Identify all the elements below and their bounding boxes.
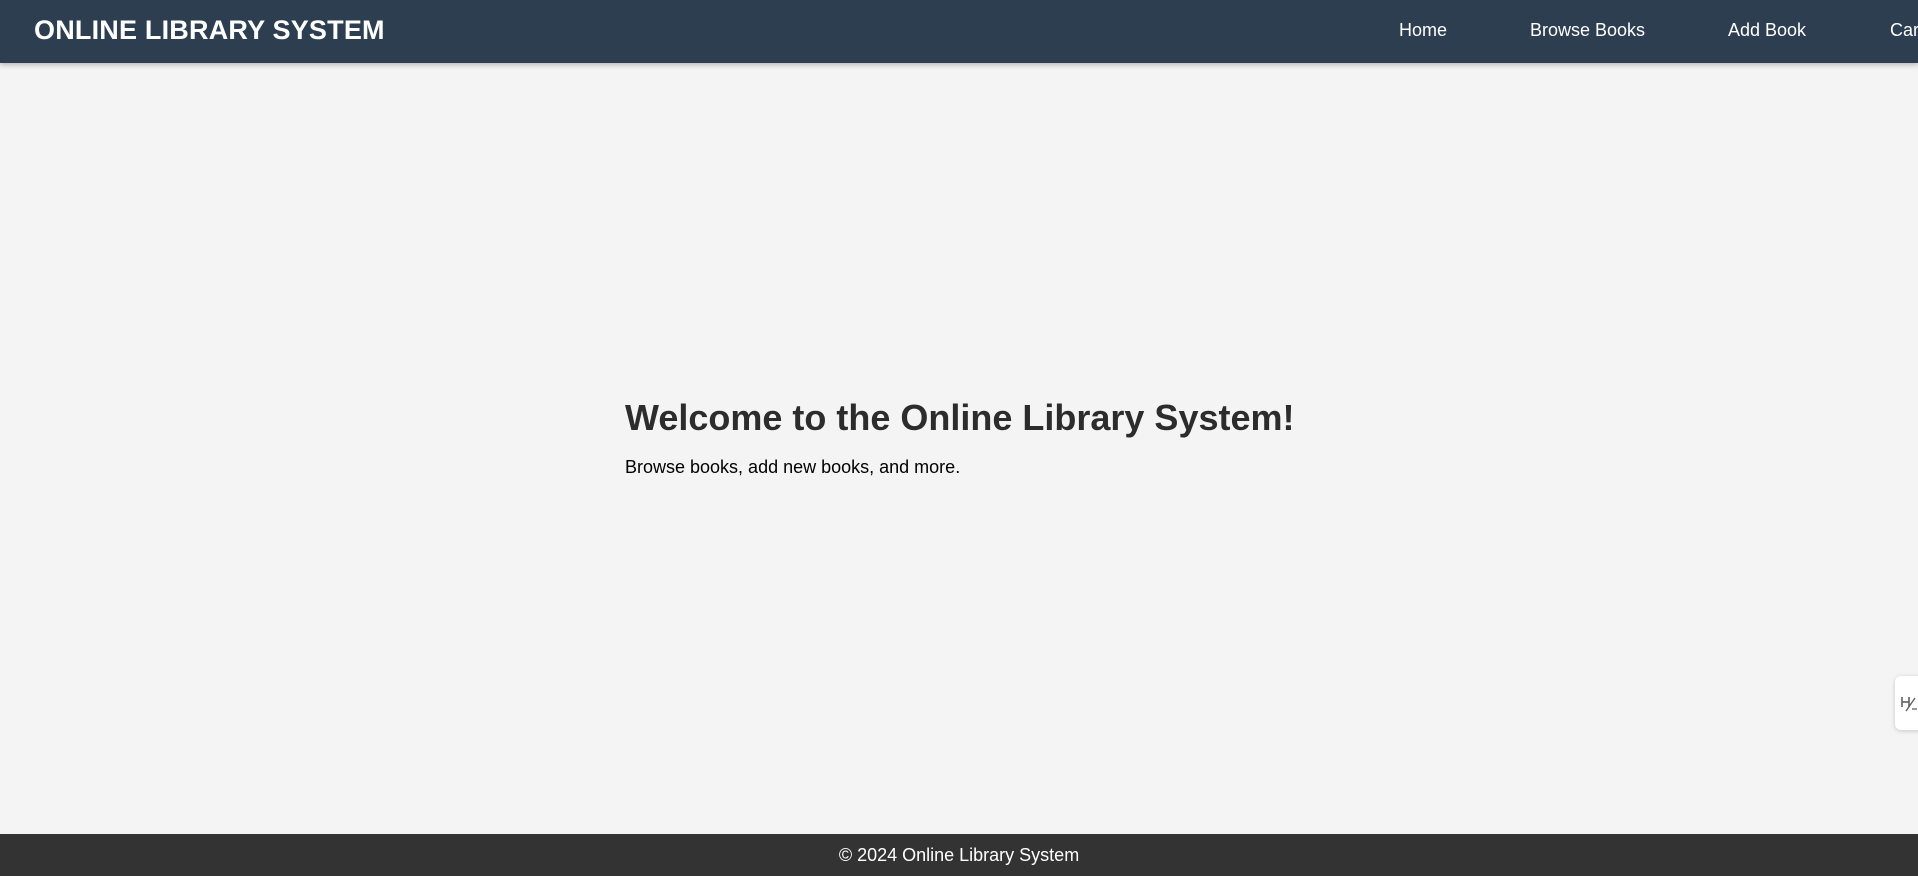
copyright-text: © 2024 Online Library System (838, 845, 1080, 865)
navbar: ONLINE LIBRARY SYSTEM Home Browse Books … (0, 0, 1918, 63)
nav-browse-books-link[interactable]: Browse Books (1530, 0, 1645, 61)
welcome-section: Welcome to the Online Library System! Br… (625, 394, 1525, 479)
welcome-description: Browse books, add new books, and more. (625, 457, 961, 477)
translate-icon (1901, 697, 1917, 712)
footer: © 2024 Online Library System (0, 834, 1918, 876)
page: ONLINE LIBRARY SYSTEM Home Browse Books … (0, 0, 1918, 876)
nav-cart-link[interactable]: Car (1890, 0, 1918, 61)
nav-add-book-link[interactable]: Add Book (1728, 0, 1806, 61)
page-title: Welcome to the Online Library System! (625, 397, 1295, 438)
nav-home-link[interactable]: Home (1399, 0, 1447, 61)
site-brand[interactable]: ONLINE LIBRARY SYSTEM (34, 0, 385, 61)
floating-side-tab[interactable] (1895, 676, 1918, 730)
